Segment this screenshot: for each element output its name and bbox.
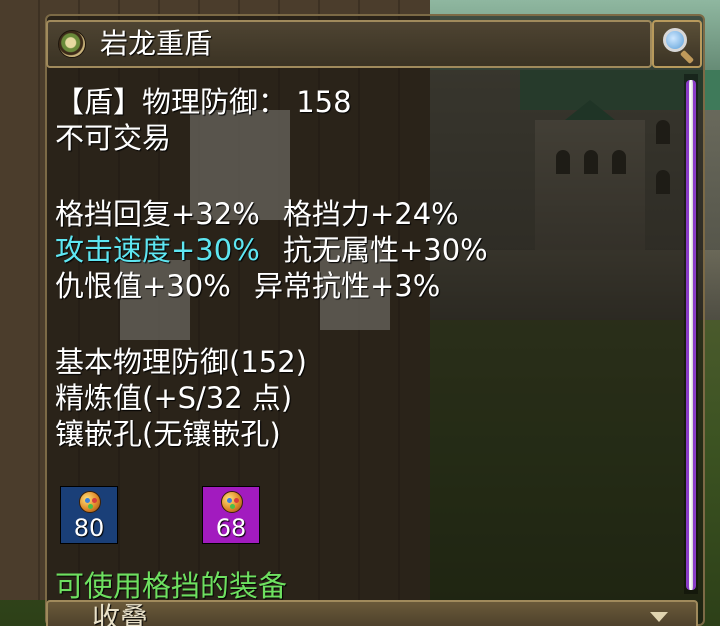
scrollbar-thumb[interactable] [686,80,696,590]
block-power-stat: 格挡力+24% [282,197,459,231]
chevron-down-icon [650,612,668,622]
stat-row-2: 攻击速度+30% 抗无属性+30% [55,232,488,268]
gem-value: 68 [215,514,247,542]
block-recovery-stat: 格挡回复+32% [55,197,260,231]
status-resist-stat: 异常抗性+3% [253,269,441,303]
gem-slot-purple[interactable]: 68 [202,486,260,544]
trade-status: 不可交易 [55,121,172,155]
socket-line: 镶嵌孔(无镶嵌孔) [55,417,281,451]
magnifier-icon [663,28,687,52]
neutral-resist-stat: 抗无属性+30% [282,233,488,267]
aggro-stat: 仇恨值+30% [55,269,231,303]
base-defense-line: 基本物理防御(152) [55,345,307,379]
magnify-button[interactable] [652,20,702,68]
collapse-label: 收叠 [92,601,149,626]
usable-note: 可使用格挡的装备 [55,569,288,603]
attack-speed-stat: 攻击速度+30% [55,233,260,267]
stat-row-3: 仇恨值+30% 异常抗性+3% [55,268,440,304]
shield-item-icon [58,30,86,58]
gem-orb-icon [221,491,243,513]
gem-slot-blue[interactable]: 80 [60,486,118,544]
refine-line: 精炼值(+S/32 点) [55,381,293,415]
item-name: 岩龙重盾 [100,27,213,60]
gem-value: 80 [73,514,105,542]
gem-orb-icon [79,491,101,513]
physical-defense-line: 【盾】物理防御： 158 [55,85,352,119]
stat-row-1: 格挡回复+32% 格挡力+24% [55,196,459,232]
magnifier-handle [679,49,695,65]
